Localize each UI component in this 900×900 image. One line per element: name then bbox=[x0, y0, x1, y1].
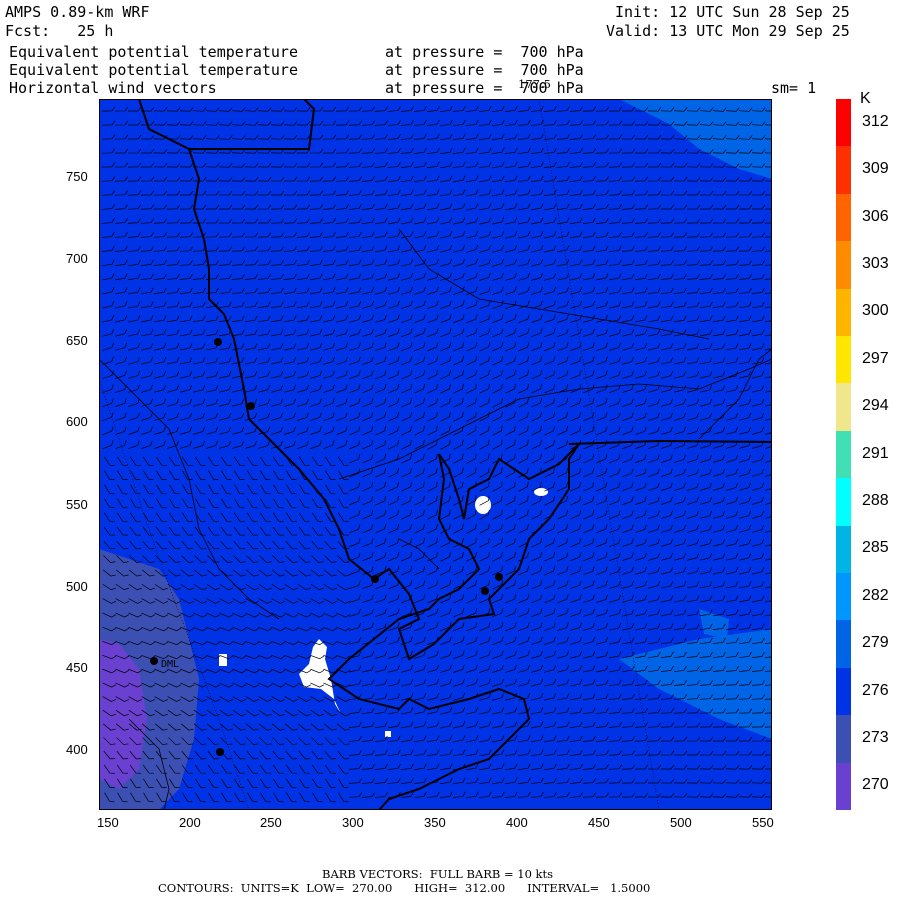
colorbar-label: 291 bbox=[862, 444, 889, 462]
colorbar bbox=[836, 99, 851, 811]
colorbar-segment bbox=[836, 525, 851, 574]
colorbar-segment bbox=[836, 288, 851, 337]
field-line-2: Equivalent potential temperature bbox=[9, 61, 298, 79]
colorbar-segment bbox=[836, 573, 851, 621]
colorbar-label: 300 bbox=[862, 302, 889, 320]
colorbar-segment bbox=[836, 620, 851, 669]
map-frame bbox=[99, 99, 772, 810]
colorbar-unit: K bbox=[860, 90, 871, 107]
y-tick-label: 400 bbox=[66, 742, 88, 757]
colorbar-label: 279 bbox=[862, 634, 889, 652]
x-tick-label: 200 bbox=[179, 815, 201, 830]
y-tick-label: 650 bbox=[66, 333, 88, 348]
colorbar-segment bbox=[836, 383, 851, 432]
colorbar-segment bbox=[836, 430, 851, 479]
x-tick-label: 550 bbox=[752, 815, 774, 830]
init-time: Init: 12 UTC Sun 28 Sep 25 bbox=[615, 3, 850, 21]
overlap-mark: 177.5 bbox=[518, 77, 551, 91]
colorbar-segment bbox=[836, 193, 851, 242]
level-line-3: at pressure = 700 hPa bbox=[385, 79, 584, 97]
x-tick-label: 300 bbox=[342, 815, 364, 830]
model-title: AMPS 0.89-km WRF bbox=[5, 3, 150, 21]
y-tick-label: 550 bbox=[66, 497, 88, 512]
colorbar-segment bbox=[836, 241, 851, 290]
colorbar-segment bbox=[836, 762, 851, 811]
colorbar-label: 288 bbox=[862, 491, 889, 509]
colorbar-label: 276 bbox=[862, 681, 889, 699]
x-tick-label: 350 bbox=[424, 815, 446, 830]
colorbar-segment bbox=[836, 336, 851, 384]
colorbar-label: 309 bbox=[862, 160, 889, 178]
x-tick-label: 250 bbox=[260, 815, 282, 830]
colorbar-segment bbox=[836, 715, 851, 764]
colorbar-label: 285 bbox=[862, 539, 889, 557]
forecast-hour: Fcst: 25 h bbox=[5, 22, 114, 40]
x-tick-label: 450 bbox=[588, 815, 610, 830]
contour-legend: CONTOURS: UNITS=K LOW= 270.00 HIGH= 312.… bbox=[158, 881, 651, 895]
colorbar-label: 306 bbox=[862, 207, 889, 225]
colorbar-label: 303 bbox=[862, 254, 889, 272]
colorbar-segment bbox=[836, 478, 851, 527]
colorbar-label: 273 bbox=[862, 728, 889, 746]
x-tick-label: 150 bbox=[97, 815, 119, 830]
colorbar-label: 270 bbox=[862, 776, 889, 794]
x-tick-label: 400 bbox=[506, 815, 528, 830]
level-line-1: at pressure = 700 hPa bbox=[385, 43, 584, 61]
level-line-2: at pressure = 700 hPa bbox=[385, 61, 584, 79]
valid-time: Valid: 13 UTC Mon 29 Sep 25 bbox=[606, 22, 850, 40]
y-tick-label: 500 bbox=[66, 579, 88, 594]
field-line-3: Horizontal wind vectors bbox=[9, 79, 217, 97]
colorbar-label: 297 bbox=[862, 349, 889, 367]
smoothing-label: sm= 1 bbox=[771, 79, 817, 97]
field-line-1: Equivalent potential temperature bbox=[9, 43, 298, 61]
colorbar-segment bbox=[836, 99, 851, 147]
colorbar-label: 312 bbox=[862, 112, 889, 130]
y-tick-label: 600 bbox=[66, 414, 88, 429]
y-tick-label: 700 bbox=[66, 251, 88, 266]
colorbar-label: 282 bbox=[862, 586, 889, 604]
colorbar-label: 294 bbox=[862, 397, 889, 415]
colorbar-segment bbox=[836, 146, 851, 195]
barb-legend: BARB VECTORS: FULL BARB = 10 kts bbox=[322, 867, 554, 881]
y-tick-label: 750 bbox=[66, 169, 88, 184]
y-tick-label: 450 bbox=[66, 660, 88, 675]
x-tick-label: 500 bbox=[670, 815, 692, 830]
colorbar-segment bbox=[836, 667, 851, 716]
